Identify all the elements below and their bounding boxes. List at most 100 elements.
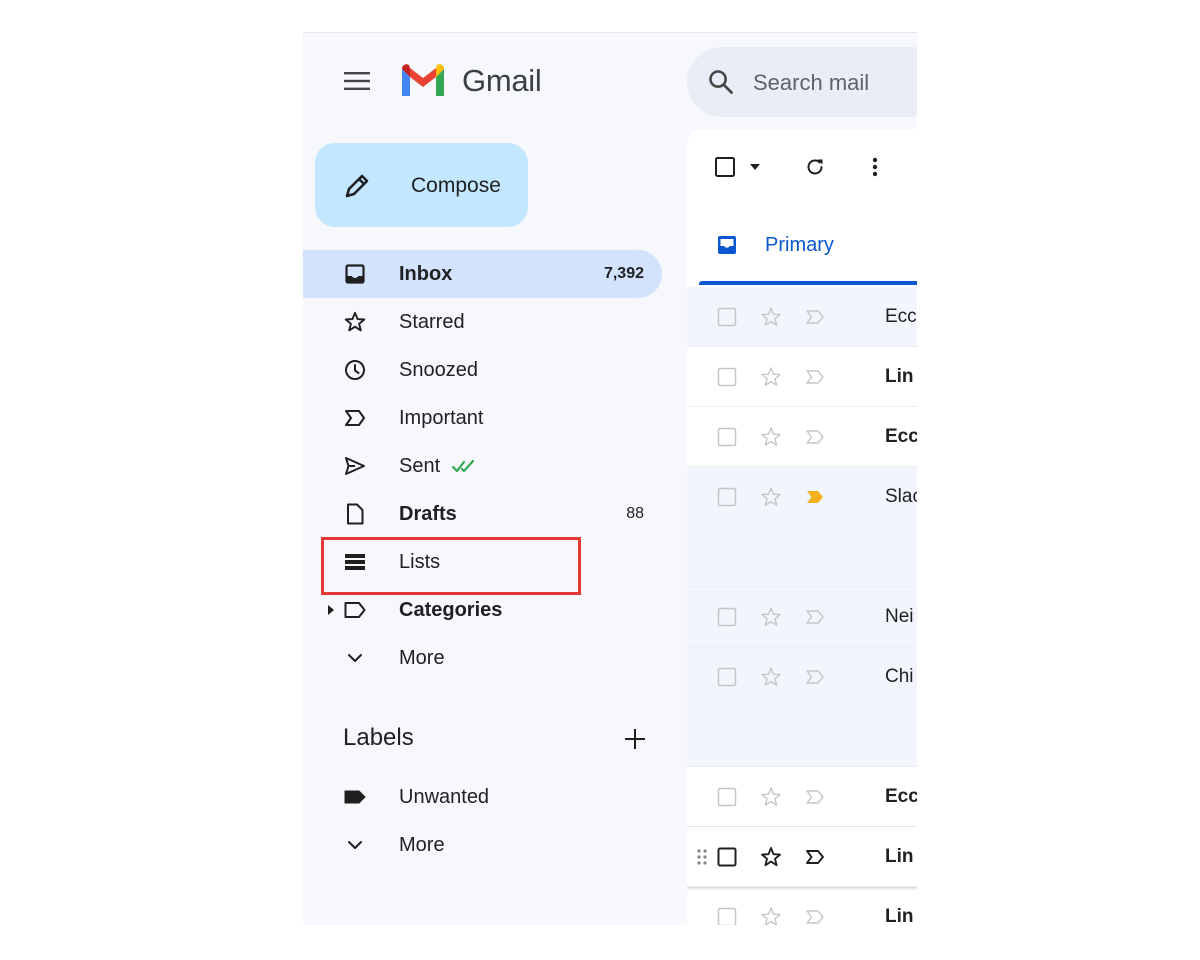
sidebar-item-label: More <box>399 834 445 856</box>
star-icon[interactable] <box>759 665 783 689</box>
email-sender: Lin <box>885 906 914 925</box>
important-marker-icon[interactable] <box>803 605 827 629</box>
sidebar-item-label: Starred <box>399 311 465 333</box>
more-vert-icon[interactable] <box>867 155 883 179</box>
tab-primary-label: Primary <box>765 234 834 256</box>
sidebar-item-lists[interactable]: Lists <box>303 538 662 586</box>
email-row[interactable]: Ecc <box>687 767 917 827</box>
drag-handle-icon[interactable] <box>695 847 709 869</box>
sidebar-item-drafts[interactable]: Drafts 88 <box>303 490 662 538</box>
search-icon[interactable] <box>707 68 735 96</box>
email-sender: Lin <box>885 366 914 387</box>
sidebar-item-label: Drafts <box>399 503 457 525</box>
search-input[interactable]: Search mail <box>753 70 869 96</box>
draft-icon <box>347 503 364 525</box>
row-checkbox-icon[interactable] <box>717 667 737 687</box>
row-checkbox-icon[interactable] <box>717 427 737 447</box>
hamburger-menu-icon <box>344 72 370 90</box>
email-row[interactable]: Ecc <box>687 407 917 467</box>
email-row[interactable]: Lin <box>687 827 917 887</box>
sidebar-item-snoozed[interactable]: Snoozed <box>303 346 662 394</box>
inbox-unread-count: 7,392 <box>603 265 644 282</box>
row-checkbox-icon[interactable] <box>717 907 737 925</box>
important-marker-icon[interactable] <box>803 665 827 689</box>
important-icon <box>345 410 365 426</box>
gmail-window: Gmail Search mail Compose Inbox 7,392 St… <box>303 32 917 925</box>
labels-heading: Labels <box>343 724 414 751</box>
star-icon[interactable] <box>759 485 783 509</box>
pencil-icon <box>345 174 369 198</box>
sidebar-label-unwanted[interactable]: Unwanted <box>303 773 662 821</box>
important-marker-icon[interactable] <box>803 305 827 329</box>
email-row[interactable]: Slac <box>687 467 917 587</box>
sidebar-item-label: Unwanted <box>399 786 490 808</box>
sidebar-item-sent[interactable]: Sent <box>303 442 662 490</box>
email-row[interactable]: Lin <box>687 887 917 925</box>
compose-button[interactable]: Compose <box>315 143 528 227</box>
main-menu-button[interactable] <box>343 67 371 95</box>
email-list-panel: Primary Ecc Lin Ecc Slac Nei Chi Ecc Lin Lin <box>687 129 917 925</box>
email-sender: Ecc <box>885 306 917 327</box>
row-checkbox-icon[interactable] <box>717 847 737 867</box>
important-marker-icon[interactable] <box>803 365 827 389</box>
email-sender: Nei <box>885 606 914 627</box>
sidebar-item-categories[interactable]: Categories <box>303 586 662 634</box>
app-brand: Gmail <box>462 63 542 98</box>
important-marker-icon[interactable] <box>803 425 827 449</box>
compose-label: Compose <box>411 174 501 197</box>
add-label-icon[interactable] <box>621 725 649 753</box>
gmail-logo-icon[interactable] <box>399 63 447 99</box>
star-icon[interactable] <box>759 305 783 329</box>
row-checkbox-icon[interactable] <box>717 607 737 627</box>
email-sender: Lin <box>885 846 914 867</box>
search-bar[interactable]: Search mail <box>687 47 917 117</box>
star-icon[interactable] <box>759 785 783 809</box>
chevron-down-icon <box>348 841 362 849</box>
star-icon[interactable] <box>759 365 783 389</box>
row-checkbox-icon[interactable] <box>717 787 737 807</box>
sidebar-item-more[interactable]: More <box>303 634 662 682</box>
important-marker-icon[interactable] <box>803 905 827 925</box>
clock-icon <box>345 360 365 380</box>
inbox-tab-icon <box>718 236 736 254</box>
email-sender: Chi <box>885 666 914 687</box>
important-marker-icon[interactable] <box>803 485 827 509</box>
sidebar-item-label: Categories <box>399 599 503 621</box>
sidebar-item-label: Lists <box>399 551 441 573</box>
email-row[interactable]: Ecc <box>687 287 917 347</box>
sidebar-item-label: Snoozed <box>399 359 478 381</box>
send-icon <box>345 457 365 475</box>
row-checkbox-icon[interactable] <box>717 367 737 387</box>
refresh-icon[interactable] <box>803 155 827 179</box>
inbox-icon <box>345 264 365 284</box>
sidebar-labels-more[interactable]: More <box>303 821 662 869</box>
drafts-count: 88 <box>626 505 644 522</box>
email-row[interactable]: Nei <box>687 587 917 647</box>
email-sender: Ecc <box>885 426 917 447</box>
sidebar-item-starred[interactable]: Starred <box>303 298 662 346</box>
lists-icon <box>345 554 365 570</box>
sidebar-item-label: Inbox <box>399 263 453 285</box>
star-icon[interactable] <box>759 425 783 449</box>
sidebar-item-label: Important <box>399 407 484 429</box>
chevron-down-icon <box>348 654 362 662</box>
select-all-checkbox-icon[interactable] <box>714 156 736 178</box>
sidebar-item-inbox[interactable]: Inbox 7,392 <box>303 250 662 298</box>
row-checkbox-icon[interactable] <box>717 307 737 327</box>
star-icon[interactable] <box>759 845 783 869</box>
expand-arrow-icon[interactable] <box>327 604 335 616</box>
email-row[interactable]: Lin <box>687 347 917 407</box>
important-marker-icon[interactable] <box>803 845 827 869</box>
double-check-icon <box>451 459 475 473</box>
dropdown-arrow-icon[interactable] <box>749 162 761 172</box>
sidebar-item-label: Sent <box>399 455 441 477</box>
important-marker-icon[interactable] <box>803 785 827 809</box>
sidebar-item-label: More <box>399 647 445 669</box>
email-row[interactable]: Chi <box>687 647 917 767</box>
star-icon[interactable] <box>759 605 783 629</box>
row-checkbox-icon[interactable] <box>717 487 737 507</box>
star-icon[interactable] <box>759 905 783 925</box>
star-icon <box>344 311 366 332</box>
sidebar-item-important[interactable]: Important <box>303 394 662 442</box>
tab-active-indicator <box>699 281 917 285</box>
